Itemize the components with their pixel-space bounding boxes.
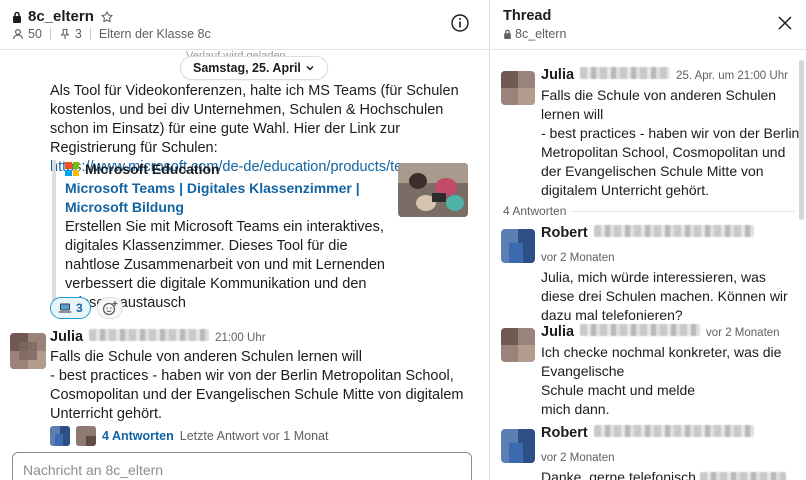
- timestamp[interactable]: vor 2 Monaten: [541, 249, 615, 268]
- redacted-phone: [699, 472, 786, 480]
- message-line-1: Falls die Schule von anderen Schulen ler…: [50, 349, 362, 365]
- message: Julia 21:00 Uhr Falls die Schule von and…: [50, 328, 480, 424]
- lock-icon: [13, 11, 21, 23]
- sender-name[interactable]: Julia: [50, 328, 83, 347]
- preview-title[interactable]: Microsoft Teams | Digitales Klassenzimme…: [65, 179, 385, 217]
- avatar[interactable]: [501, 71, 535, 105]
- channel-meta: 50 3 Eltern der Klasse 8c: [12, 27, 211, 41]
- redacted-name: [580, 67, 671, 79]
- reply-line-1: Ich checke nochmal konkreter, was die Ev…: [541, 344, 782, 379]
- message-line-1: Falls die Schule von anderen Schulen ler…: [541, 87, 777, 122]
- reaction-count: 3: [76, 301, 83, 315]
- reply-avatar: [50, 426, 70, 446]
- message-body: Als Tool für Videokonferenzen, halte ich…: [50, 83, 459, 156]
- channel-name: 8c_eltern: [28, 8, 94, 25]
- reply-text: Danke, gerne telefonisch: [541, 469, 696, 480]
- person-icon: [12, 28, 24, 40]
- pin-count: 3: [74, 27, 82, 41]
- replies-count: 4 Antworten: [503, 204, 567, 218]
- thread-last-reply: Letzte Antwort vor 1 Monat: [179, 429, 329, 443]
- timestamp[interactable]: 25. Apr. um 21:00 Uhr: [676, 67, 788, 86]
- microsoft-logo-icon: [65, 162, 79, 176]
- members-button[interactable]: 50: [12, 27, 42, 41]
- message-input-placeholder: Nachricht an 8c_eltern: [23, 462, 164, 478]
- channel-header: 8c_eltern 50 3 Eltern der Klasse 8c: [0, 0, 489, 50]
- sender-name[interactable]: Robert: [541, 224, 588, 243]
- pins-button[interactable]: 3: [59, 27, 82, 41]
- timestamp[interactable]: vor 2 Monaten: [706, 324, 780, 343]
- thread-replies-link[interactable]: 4 Antworten: [102, 429, 174, 443]
- pin-icon: [60, 28, 69, 39]
- sender-name[interactable]: Robert: [541, 424, 588, 443]
- member-count: 50: [28, 27, 42, 41]
- thread-header: Thread 8c_eltern: [491, 0, 806, 50]
- message-input[interactable]: Nachricht an 8c_eltern: [12, 452, 472, 480]
- redacted-name: [593, 425, 754, 437]
- sender-name[interactable]: Julia: [541, 323, 574, 342]
- preview-thumbnail[interactable]: [398, 163, 468, 217]
- chevron-down-icon: [306, 65, 314, 71]
- thread-pane: Thread 8c_eltern Julia 25. Apr. um 21:00…: [491, 0, 806, 480]
- thread-channel[interactable]: 8c_eltern: [503, 27, 566, 41]
- reply-text: Julia, mich würde interessieren, was die…: [541, 269, 788, 323]
- reply-text-line: Danke, gerne telefonisch: [541, 468, 803, 480]
- channel-description[interactable]: Eltern der Klasse 8c: [99, 27, 211, 41]
- message-line-2: - best practices - haben wir von der Ber…: [541, 125, 800, 198]
- avatar[interactable]: [501, 229, 535, 263]
- preview-source-name: Microsoft Education: [85, 161, 220, 177]
- laptop-icon: [58, 303, 72, 313]
- close-icon[interactable]: [778, 16, 792, 30]
- reply-line-3: mich dann.: [541, 401, 610, 417]
- replies-divider: 4 Antworten: [503, 204, 795, 218]
- sender-name[interactable]: Julia: [541, 66, 574, 85]
- lock-icon: [504, 29, 511, 39]
- timestamp[interactable]: vor 2 Monaten: [541, 449, 615, 468]
- timestamp[interactable]: 21:00 Uhr: [215, 329, 266, 348]
- add-emoji-icon: [102, 301, 118, 316]
- date-divider[interactable]: Samstag, 25. April: [180, 56, 328, 80]
- avatar[interactable]: [10, 333, 46, 369]
- link-preview: Microsoft Education Microsoft Teams | Di…: [52, 160, 472, 313]
- thread-channel-name: 8c_eltern: [515, 27, 567, 41]
- avatar[interactable]: [501, 328, 535, 362]
- reply-avatar: [76, 426, 96, 446]
- thread-summary[interactable]: 4 Antworten Letzte Antwort vor 1 Monat: [50, 426, 328, 446]
- thread-title: Thread: [503, 8, 552, 24]
- redacted-name: [593, 225, 754, 237]
- message-line-2: - best practices - haben wir von der Ber…: [50, 368, 464, 422]
- reply-line-2: Schule macht und melde: [541, 382, 696, 398]
- redacted-name: [89, 329, 210, 341]
- channel-pane: 8c_eltern 50 3 Eltern der Klasse 8c Sams…: [0, 0, 490, 480]
- add-reaction-button[interactable]: [96, 297, 123, 319]
- laptop-reaction[interactable]: 3: [50, 297, 91, 319]
- star-icon[interactable]: [100, 10, 114, 24]
- channel-title[interactable]: 8c_eltern: [12, 8, 114, 25]
- info-icon[interactable]: [450, 13, 470, 33]
- redacted-name: [580, 324, 701, 336]
- avatar[interactable]: [501, 429, 535, 463]
- reactions-bar: 3: [50, 297, 123, 319]
- date-label: Samstag, 25. April: [193, 61, 301, 75]
